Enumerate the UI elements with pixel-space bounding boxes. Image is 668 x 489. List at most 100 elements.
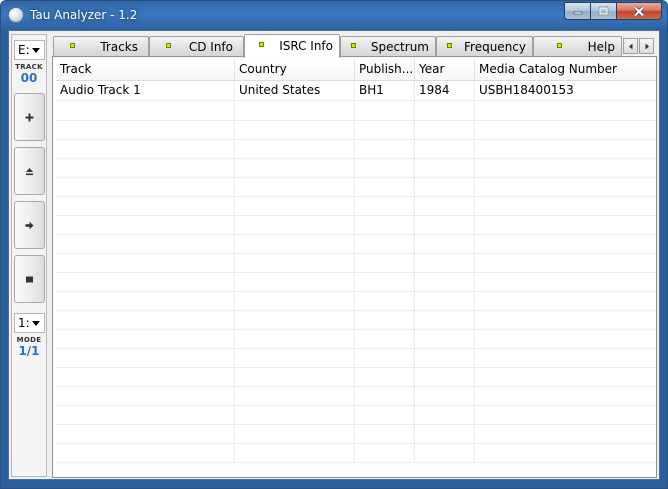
empty-cell <box>235 158 355 177</box>
empty-cell <box>56 367 235 386</box>
stop-button[interactable] <box>14 255 45 303</box>
empty-cell <box>235 177 355 196</box>
cell-year: 1984 <box>415 81 475 100</box>
empty-cell <box>235 443 355 462</box>
empty-table-row <box>56 158 656 178</box>
empty-table-row <box>56 329 656 349</box>
empty-cell <box>235 348 355 367</box>
column-header-track[interactable]: Track <box>56 59 235 80</box>
column-header-year[interactable]: Year <box>415 59 475 80</box>
empty-cell <box>235 291 355 310</box>
empty-cell <box>235 329 355 348</box>
empty-cell <box>475 367 656 386</box>
eject-button[interactable] <box>14 147 45 195</box>
control-sidebar: E: TRACK 00 1: MODE 1/1 <box>11 34 47 477</box>
empty-cell <box>56 234 235 253</box>
empty-cell <box>56 310 235 329</box>
add-button[interactable] <box>14 93 45 141</box>
empty-cell <box>475 443 656 462</box>
empty-cell <box>56 329 235 348</box>
empty-cell <box>475 139 656 158</box>
empty-cell <box>355 348 415 367</box>
column-header-publisher[interactable]: Publish... <box>355 59 415 80</box>
table-header: Track Country Publish... Year Media Cata… <box>56 59 656 81</box>
tab-scroll-left-button[interactable] <box>623 38 638 54</box>
plus-icon <box>25 113 34 121</box>
empty-cell <box>355 367 415 386</box>
play-button[interactable] <box>14 201 45 249</box>
empty-cell <box>415 158 475 177</box>
isrc-table[interactable]: Track Country Publish... Year Media Cata… <box>56 59 656 475</box>
chevron-down-icon <box>32 48 40 53</box>
empty-cell <box>475 405 656 424</box>
empty-cell <box>475 310 656 329</box>
column-header-media-catalog-number[interactable]: Media Catalog Number <box>475 59 656 80</box>
empty-cell <box>475 196 656 215</box>
tab-strip: Tracks CD Info ISRC Info Spectrum Freque… <box>52 34 657 58</box>
empty-cell <box>355 386 415 405</box>
drive-select-value: E: <box>18 43 30 57</box>
mode-select[interactable]: 1: <box>14 313 45 333</box>
empty-cell <box>56 443 235 462</box>
empty-cell <box>355 424 415 443</box>
empty-table-row <box>56 139 656 159</box>
tab-cd-info[interactable]: CD Info <box>149 36 244 56</box>
app-icon[interactable] <box>8 7 24 23</box>
tab-isrc-info[interactable]: ISRC Info <box>244 34 340 58</box>
empty-cell <box>415 101 475 120</box>
empty-cell <box>56 272 235 291</box>
stop-icon <box>26 276 33 282</box>
empty-cell <box>355 234 415 253</box>
empty-cell <box>235 405 355 424</box>
empty-cell <box>355 405 415 424</box>
tab-spectrum[interactable]: Spectrum <box>340 36 436 56</box>
empty-cell <box>415 386 475 405</box>
empty-cell <box>355 329 415 348</box>
table-row[interactable]: Audio Track 1 United States BH1 1984 USB… <box>56 81 656 101</box>
tab-label: Tracks <box>100 40 138 54</box>
column-header-country[interactable]: Country <box>235 59 355 80</box>
empty-table-row <box>56 215 656 235</box>
empty-cell <box>235 424 355 443</box>
empty-cell <box>235 196 355 215</box>
empty-cell <box>475 215 656 234</box>
empty-table-row <box>56 367 656 387</box>
tab-label: ISRC Info <box>279 39 333 53</box>
tab-scroll-right-button[interactable] <box>639 38 654 54</box>
empty-cell <box>415 310 475 329</box>
chevron-down-icon <box>32 321 40 326</box>
empty-cell <box>56 196 235 215</box>
title-bar[interactable]: Tau Analyzer - 1.2 <box>1 1 667 29</box>
empty-table-row <box>56 291 656 311</box>
empty-cell <box>56 386 235 405</box>
client-area: E: TRACK 00 1: MODE 1/1 Tracks CD Info I… <box>8 30 660 480</box>
empty-cell <box>235 272 355 291</box>
tab-tracks[interactable]: Tracks <box>53 36 149 56</box>
chevron-right-icon <box>645 43 649 49</box>
cell-media-catalog-number: USBH18400153 <box>479 83 574 97</box>
empty-table-row <box>56 348 656 368</box>
tab-help[interactable]: Help <box>533 36 622 56</box>
led-indicator-icon <box>351 43 356 48</box>
empty-cell <box>415 405 475 424</box>
tab-frequency[interactable]: Frequency <box>436 36 533 56</box>
tab-label: Help <box>587 40 615 54</box>
drive-select[interactable]: E: <box>14 40 45 60</box>
maximize-icon <box>598 6 609 16</box>
empty-cell <box>235 386 355 405</box>
empty-cell <box>415 367 475 386</box>
led-indicator-icon <box>447 43 452 48</box>
empty-cell <box>415 120 475 139</box>
minimize-button[interactable] <box>564 2 591 20</box>
close-button[interactable] <box>617 2 662 20</box>
empty-cell <box>355 101 415 120</box>
empty-cell <box>56 101 235 120</box>
empty-table-row <box>56 310 656 330</box>
empty-table-row <box>56 101 656 121</box>
empty-cell <box>56 348 235 367</box>
empty-cell <box>235 253 355 272</box>
empty-cell <box>235 310 355 329</box>
maximize-button[interactable] <box>591 2 617 20</box>
empty-cell <box>475 291 656 310</box>
empty-cell <box>355 139 415 158</box>
